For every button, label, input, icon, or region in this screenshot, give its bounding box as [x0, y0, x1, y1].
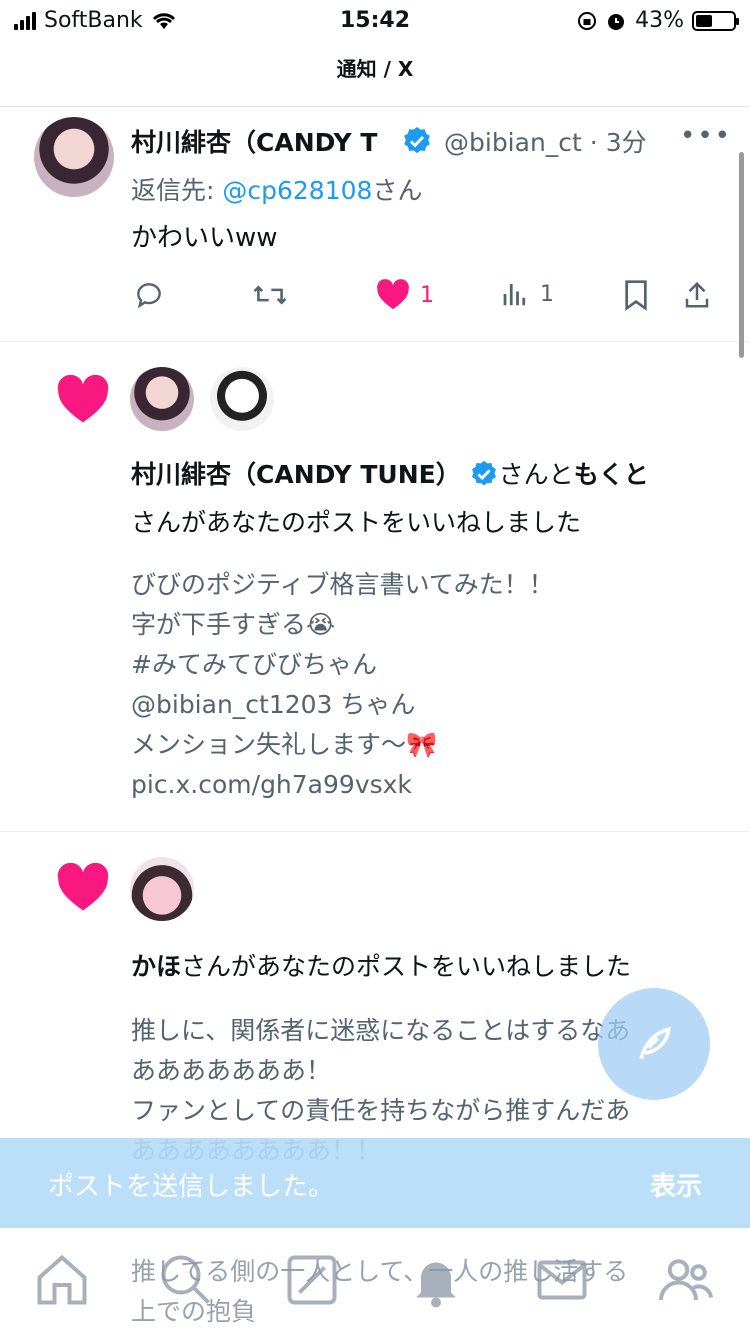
verified-badge-icon — [404, 127, 430, 154]
reply-context: 返信先: @cp628108さん — [131, 171, 422, 207]
avatar[interactable] — [130, 367, 194, 431]
views-button[interactable]: 1 — [500, 279, 554, 309]
heart-filled-icon — [57, 375, 109, 423]
communities-icon — [659, 1259, 713, 1301]
tab-messages[interactable] — [532, 1250, 592, 1310]
more-icon[interactable]: ••• — [680, 121, 732, 151]
notification-text: かほさんがあなたのポストをいいねしました — [131, 947, 631, 983]
page-title: 通知 / X — [0, 44, 750, 107]
tweet-time: · 3分 — [589, 128, 647, 157]
toast: ポストを送信しました。 表示 — [0, 1138, 750, 1228]
avatar[interactable] — [210, 367, 274, 431]
bookmark-button[interactable] — [622, 279, 650, 311]
like-button[interactable]: 1 — [376, 279, 434, 311]
liked-post-text: びびのポジティブ格言書いてみた！！ 字が下手すぎる😭 #みてみてびびちゃん @b… — [131, 570, 554, 799]
compose-button[interactable] — [598, 988, 710, 1100]
tab-notifications[interactable] — [406, 1250, 466, 1310]
compose-icon — [639, 1026, 671, 1060]
repost-button[interactable] — [252, 279, 288, 311]
actor-name[interactable]: 村川緋杏（CANDY TUNE） — [131, 460, 461, 489]
toast-view-button[interactable]: 表示 — [650, 1166, 702, 1203]
tab-search[interactable] — [156, 1250, 216, 1310]
toast-message: ポストを送信しました。 — [48, 1172, 335, 1202]
reply-suffix: さん — [372, 176, 423, 205]
share-button[interactable] — [682, 279, 712, 311]
view-count: 1 — [540, 281, 554, 307]
tab-bar — [0, 1240, 750, 1334]
bookmark-icon — [625, 280, 647, 311]
status-bar: SoftBank 15:42 43% — [0, 0, 750, 44]
heart-filled-icon — [57, 863, 109, 911]
connector-text: さんと — [498, 460, 574, 489]
heart-filled-icon — [377, 279, 409, 310]
notifications-icon — [416, 1262, 456, 1308]
analytics-icon — [503, 284, 526, 306]
alarm-icon — [608, 13, 625, 30]
tweet-text: かわいいww — [131, 223, 278, 253]
tab-grok[interactable] — [282, 1250, 342, 1310]
home-icon — [37, 1254, 87, 1305]
reply-to-link[interactable]: @cp628108 — [222, 176, 372, 205]
scrollbar[interactable] — [739, 152, 744, 358]
messages-icon — [537, 1260, 587, 1300]
display-name[interactable]: 村川緋杏（CANDY T — [131, 123, 377, 159]
reply-tweet[interactable]: 村川緋杏（CANDY T @bibian_ct · 3分 ••• 返信先: @c… — [0, 107, 750, 342]
share-icon — [685, 281, 709, 308]
like-notification[interactable]: 村川緋杏（CANDY TUNE） さんともくと さんがあなたのポストをいいねしま… — [0, 341, 750, 832]
notification-text: さんがあなたのポストをいいねしました — [131, 508, 582, 537]
search-icon — [161, 1255, 210, 1304]
like-count: 1 — [420, 282, 434, 308]
avatar[interactable] — [130, 857, 194, 921]
orientation-lock-icon — [578, 11, 597, 30]
tab-home[interactable] — [32, 1250, 92, 1310]
tweet-handle-time: @bibian_ct · 3分 — [444, 123, 647, 159]
handle[interactable]: @bibian_ct — [444, 128, 582, 157]
reply-icon — [137, 283, 161, 309]
repost-icon — [253, 285, 287, 305]
avatar[interactable] — [34, 117, 114, 197]
battery-percent: 43% — [635, 8, 684, 33]
tab-communities[interactable] — [656, 1250, 716, 1310]
notification-suffix: さんがあなたのポストをいいねしました — [181, 952, 632, 981]
actor-name[interactable]: もくと — [574, 460, 649, 489]
verified-badge-icon — [471, 460, 496, 486]
status-right: 43% — [577, 8, 739, 33]
battery-icon — [692, 10, 739, 31]
actor-name[interactable]: かほ — [131, 952, 181, 981]
notification-actors: 村川緋杏（CANDY TUNE） さんともくと — [131, 455, 649, 491]
reply-button[interactable] — [133, 279, 165, 311]
reply-prefix: 返信先: — [131, 176, 223, 205]
grok-icon — [287, 1255, 337, 1305]
